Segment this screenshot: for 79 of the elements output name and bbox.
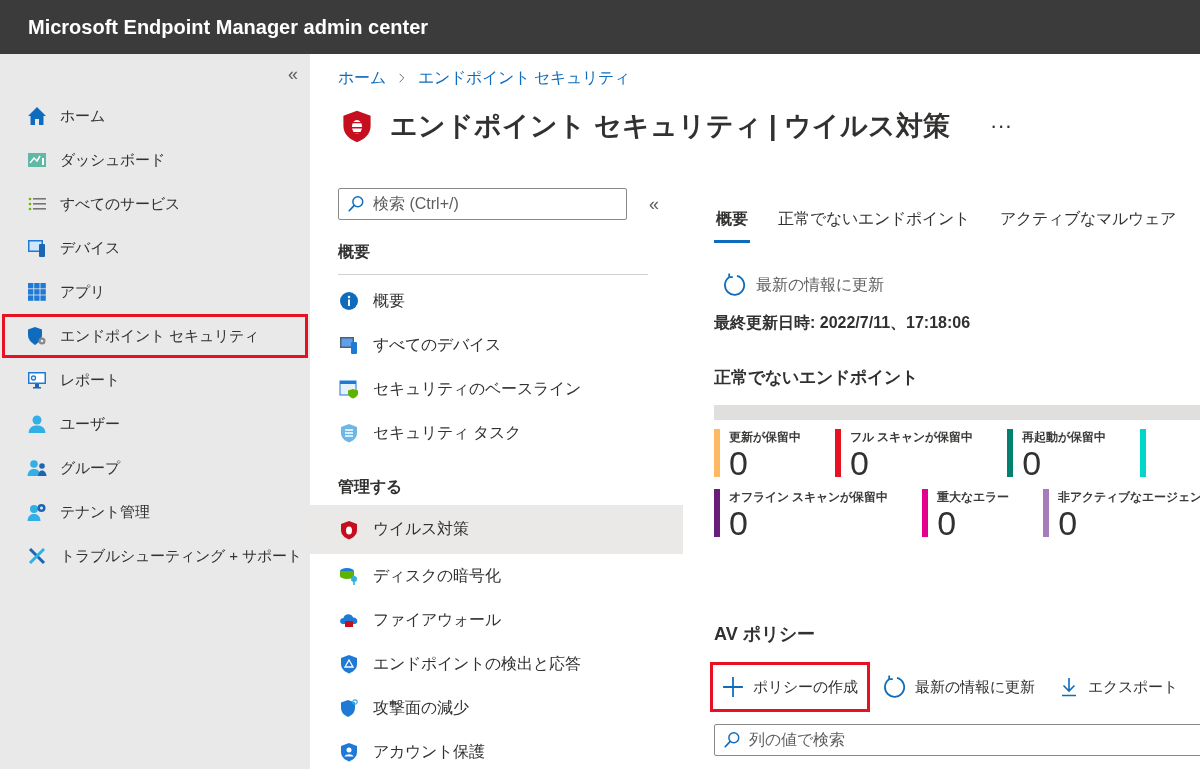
toolbar-button[interactable]: ポリシーの作成 bbox=[710, 662, 870, 712]
monitor-icon bbox=[27, 370, 47, 390]
info-icon bbox=[339, 291, 359, 311]
shield-link-icon bbox=[339, 698, 359, 718]
plus-icon bbox=[722, 676, 744, 698]
toolbar-button[interactable]: エクスポート bbox=[1047, 662, 1190, 712]
sidebar-item[interactable]: エンドポイント セキュリティ bbox=[2, 314, 308, 358]
sidebar-item[interactable]: アプリ bbox=[2, 270, 308, 314]
grid-icon bbox=[27, 282, 47, 302]
sidebar-item[interactable]: レポート bbox=[2, 358, 308, 402]
status-label: 重大なエラー bbox=[937, 489, 1010, 506]
collapse-button[interactable]: « bbox=[0, 64, 298, 85]
status-label: 再起動が保留中 bbox=[1022, 429, 1107, 446]
sidebar-item[interactable]: グループ bbox=[2, 446, 308, 490]
menu-item[interactable]: ウイルス対策 bbox=[310, 505, 683, 554]
section-heading: 管理する bbox=[338, 477, 403, 497]
tab[interactable]: アクティブなマルウェア bbox=[998, 203, 1178, 243]
search-field[interactable]: 検索 (Ctrl+/) bbox=[338, 188, 627, 220]
section-heading: 概要 bbox=[338, 242, 648, 275]
search-field[interactable]: 列の値で検索 bbox=[714, 724, 1200, 756]
status-count: 0 bbox=[1022, 446, 1043, 480]
last-updated-text: 最終更新日時: 2022/7/11、17:18:06 bbox=[714, 313, 972, 333]
menu-item[interactable]: ディスクの暗号化 bbox=[310, 554, 683, 598]
status-count: 0 bbox=[729, 506, 749, 540]
disk-key-icon bbox=[339, 566, 359, 586]
breadcrumb-link[interactable]: ホーム bbox=[338, 67, 386, 89]
status-label: フル スキャンが保留中 bbox=[850, 429, 974, 446]
sidebar-item[interactable]: トラブルシューティング + サポート bbox=[2, 534, 308, 578]
section-heading: 正常でないエンドポイント bbox=[714, 367, 919, 389]
status-label: 更新が保留中 bbox=[729, 429, 801, 446]
collapse-button[interactable]: « bbox=[649, 193, 659, 215]
status-count: 0 bbox=[937, 506, 958, 540]
dashboard-icon bbox=[27, 150, 47, 170]
section-heading: AV ポリシー bbox=[714, 623, 816, 646]
menu-item[interactable]: アカウント保護 bbox=[310, 730, 683, 769]
house-icon bbox=[27, 106, 47, 126]
sidebar-item[interactable]: デバイス bbox=[2, 226, 308, 270]
sidebar-item[interactable]: すべてのサービス bbox=[2, 182, 308, 226]
status-label: オフライン スキャンが保留中 bbox=[729, 489, 889, 506]
search-icon bbox=[723, 731, 741, 749]
shield-gear-icon bbox=[27, 326, 47, 346]
menu-item[interactable]: すべてのデバイス bbox=[310, 323, 683, 367]
bug-shield-icon bbox=[340, 108, 374, 144]
sidebar-item[interactable]: ダッシュボード bbox=[2, 138, 308, 182]
search-icon bbox=[347, 195, 365, 213]
sidebar-item[interactable]: ホーム bbox=[2, 94, 308, 138]
tab[interactable]: 概要 bbox=[714, 203, 750, 243]
window-shield-icon bbox=[339, 379, 359, 399]
download-icon bbox=[1059, 677, 1079, 697]
checklist-shield-icon bbox=[339, 423, 359, 443]
menu-item[interactable]: 攻撃面の減少 bbox=[310, 686, 683, 730]
devices-icon bbox=[339, 335, 359, 355]
people-icon bbox=[27, 458, 47, 478]
bug-shield-icon bbox=[339, 519, 359, 540]
breadcrumb-link[interactable]: エンドポイント セキュリティ bbox=[418, 67, 631, 89]
status-count: 0 bbox=[729, 446, 749, 480]
app-title: Microsoft Endpoint Manager admin center bbox=[28, 15, 429, 39]
menu-item[interactable]: セキュリティのベースライン bbox=[310, 367, 683, 411]
refresh-button[interactable]: 最新の情報に更新 bbox=[722, 273, 884, 297]
more-button[interactable]: ··· bbox=[990, 113, 1013, 139]
page-title: エンドポイント セキュリティ | ウイルス対策 bbox=[390, 110, 951, 143]
menu-item[interactable]: セキュリティ タスク bbox=[310, 411, 683, 455]
user-icon bbox=[27, 414, 47, 434]
refresh-icon bbox=[722, 273, 746, 297]
status-count: 0 bbox=[850, 446, 870, 480]
shield-user-icon bbox=[339, 742, 359, 762]
menu-item[interactable]: ファイアウォール bbox=[310, 598, 683, 642]
user-gear-icon bbox=[27, 502, 47, 522]
sidebar-item[interactable]: ユーザー bbox=[2, 402, 308, 446]
status-count: 0 bbox=[1058, 506, 1079, 540]
sidebar-item[interactable]: テナント管理 bbox=[2, 490, 308, 534]
menu-item[interactable]: 概要 bbox=[310, 279, 683, 323]
refresh-icon bbox=[882, 675, 906, 699]
tools-icon bbox=[27, 546, 47, 566]
shield-triangle-icon bbox=[339, 654, 359, 674]
toolbar-button[interactable]: 最新の情報に更新 bbox=[870, 662, 1047, 712]
devices-icon bbox=[27, 238, 47, 258]
menu-item[interactable]: エンドポイントの検出と応答 bbox=[310, 642, 683, 686]
tab[interactable]: 正常でないエンドポイント bbox=[776, 203, 972, 243]
